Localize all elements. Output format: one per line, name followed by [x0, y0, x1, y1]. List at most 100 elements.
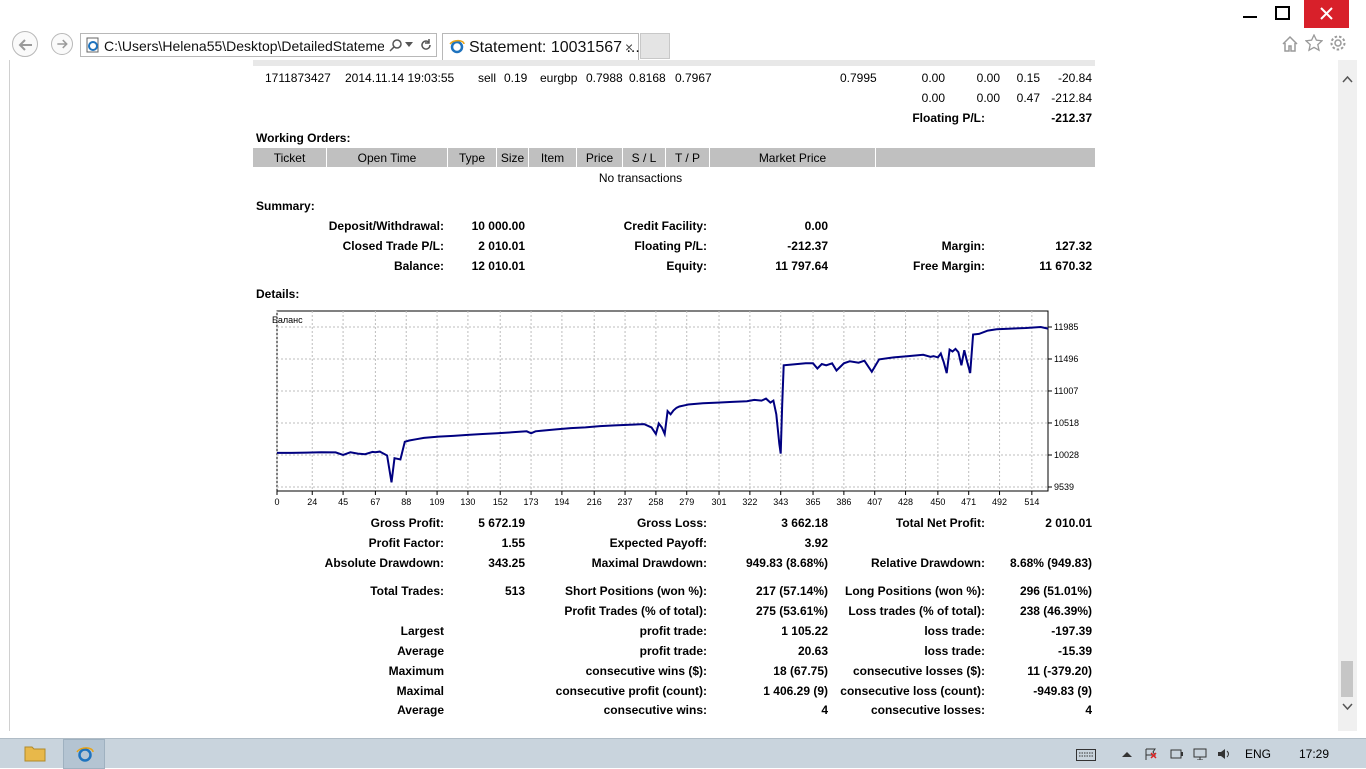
- floating-value: -212.37: [787, 239, 828, 253]
- short-positions-value: 217 (57.14%): [755, 584, 828, 598]
- credit-value: 0.00: [804, 219, 828, 233]
- equity-value: 11 797.64: [775, 259, 828, 273]
- largest-loss-label: loss trade:: [924, 624, 985, 638]
- total-trades-value: 513: [504, 584, 525, 598]
- close-icon: [1320, 7, 1333, 20]
- home-icon[interactable]: [1281, 35, 1299, 52]
- item-cell: eurgbp: [540, 71, 578, 85]
- chevron-down-icon[interactable]: [405, 42, 413, 48]
- free-margin-label: Free Margin:: [912, 259, 985, 273]
- search-icon[interactable]: [389, 38, 403, 52]
- ticket-cell: 1711873427: [265, 71, 331, 85]
- previous-row-clipped: [253, 60, 1095, 66]
- gross-loss-value: 3 662.18: [781, 516, 828, 530]
- gear-icon[interactable]: [1329, 34, 1347, 52]
- vertical-scrollbar[interactable]: [1338, 60, 1357, 731]
- ie-icon: [76, 747, 94, 762]
- tab-statement[interactable]: Statement: 10031567 ... ×: [442, 33, 640, 60]
- maximal-loss-value: -949.83 (9): [1033, 684, 1092, 698]
- abs-drawdown-value: 343.25: [488, 556, 525, 570]
- x-tick-label: 365: [806, 497, 821, 506]
- balance-label: Balance:: [393, 259, 444, 273]
- scroll-down-icon[interactable]: [1342, 703, 1353, 711]
- rel-drawdown-label: Relative Drawdown:: [870, 556, 985, 570]
- col-type: Type: [458, 151, 485, 165]
- forward-arrow-icon: [57, 39, 68, 49]
- maximum-label: Maximum: [388, 664, 444, 678]
- profit-cell: -20.84: [1057, 71, 1092, 85]
- avg-wins-value: 4: [821, 703, 828, 717]
- power-icon[interactable]: [1170, 748, 1184, 760]
- forward-button[interactable]: [51, 33, 73, 55]
- col-ticket: Ticket: [273, 151, 306, 165]
- taxes-cell: 0.00: [976, 71, 1000, 85]
- average2-label: Average: [397, 703, 444, 717]
- rel-drawdown-value: 8.68% (949.83): [1009, 556, 1092, 570]
- profit-trades-value: 275 (53.61%): [755, 604, 828, 618]
- floating-pl-value: -212.37: [1051, 111, 1092, 125]
- x-tick-label: 216: [587, 497, 602, 506]
- deposit-label: Deposit/Withdrawal:: [328, 219, 444, 233]
- chart-grid: [276, 310, 1049, 492]
- language-indicator[interactable]: ENG: [1245, 747, 1271, 761]
- closed-pl-value: 2 010.01: [478, 239, 525, 253]
- total-taxes: 0.00: [976, 91, 1000, 105]
- back-arrow-icon: [18, 39, 32, 51]
- show-hidden-icons-icon[interactable]: [1122, 751, 1132, 758]
- plot-frame: [276, 310, 1049, 492]
- y-tick-label: 11007: [1054, 386, 1078, 396]
- refresh-icon[interactable]: [419, 38, 433, 52]
- scroll-up-icon[interactable]: [1342, 75, 1353, 83]
- ie-taskbar-button[interactable]: [63, 739, 105, 769]
- no-transactions: No transactions: [598, 171, 683, 185]
- address-text[interactable]: C:\Users\Helena55\Desktop\DetailedStatem…: [104, 38, 384, 54]
- max-wins-value: 18 (67.75): [773, 664, 828, 678]
- col-tp: T / P: [674, 151, 701, 165]
- col-item: Item: [540, 151, 565, 165]
- closed-pl-label: Closed Trade P/L:: [342, 239, 444, 253]
- col-sl: S / L: [631, 151, 657, 165]
- network-icon[interactable]: [1193, 748, 1207, 760]
- tab-close-icon[interactable]: ×: [625, 39, 633, 55]
- x-tick-label: 343: [773, 497, 788, 506]
- average-loss-value: -15.39: [1057, 644, 1092, 658]
- floating-pl-label: Floating P/L:: [912, 111, 985, 125]
- market-price-cell: 0.7995: [840, 71, 877, 85]
- x-tick-label: 45: [338, 497, 348, 506]
- tp-cell: 0.7967: [675, 71, 712, 85]
- equity-label: Equity:: [666, 259, 707, 273]
- minimize-icon[interactable]: [1243, 10, 1257, 20]
- action-center-flag-icon[interactable]: [1144, 748, 1158, 760]
- y-tick-label: 9539: [1054, 482, 1074, 492]
- window-close-button[interactable]: [1304, 0, 1349, 28]
- x-tick-label: 67: [370, 497, 380, 506]
- new-tab-button[interactable]: [640, 33, 670, 59]
- long-positions-value: 296 (51.01%): [1019, 584, 1092, 598]
- favorites-star-icon[interactable]: [1305, 34, 1323, 52]
- x-tick-label: 514: [1024, 497, 1039, 506]
- margin-label: Margin:: [941, 239, 985, 253]
- back-button[interactable]: [12, 31, 38, 57]
- total-commission: 0.00: [921, 91, 945, 105]
- maximal-label: Maximal: [396, 684, 444, 698]
- total-net-label: Total Net Profit:: [895, 516, 985, 530]
- free-margin-value: 11 670.32: [1039, 259, 1092, 273]
- summary-title: Summary:: [256, 199, 315, 213]
- profit-trades-label: Profit Trades (% of total):: [564, 604, 707, 618]
- clock[interactable]: 17:29: [1299, 747, 1329, 761]
- price-cell: 0.7988: [586, 71, 623, 85]
- address-bar[interactable]: C:\Users\Helena55\Desktop\DetailedStatem…: [80, 33, 437, 57]
- scrollbar-thumb[interactable]: [1341, 661, 1353, 697]
- largest-profit-value: 1 105.22: [781, 624, 828, 638]
- max-wins-label: consecutive wins ($):: [585, 664, 707, 678]
- commission-cell: 0.00: [921, 71, 945, 85]
- volume-icon[interactable]: [1217, 748, 1231, 760]
- deposit-value: 10 000.00: [471, 219, 525, 233]
- maximize-icon[interactable]: [1275, 6, 1290, 20]
- ie-tab-icon: [449, 39, 465, 54]
- x-tick-label: 258: [648, 497, 663, 506]
- keyboard-icon[interactable]: [1076, 749, 1096, 761]
- gross-profit-label: Gross Profit:: [370, 516, 444, 530]
- max-drawdown-value: 949.83 (8.68%): [745, 556, 828, 570]
- file-explorer-button[interactable]: [24, 744, 50, 764]
